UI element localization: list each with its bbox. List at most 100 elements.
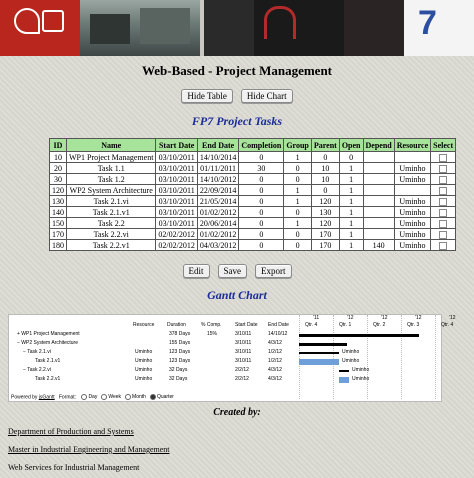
gantt-bar[interactable] xyxy=(299,334,419,337)
table-cell: 0 xyxy=(310,151,340,163)
gantt-bar-label: Uminho xyxy=(342,349,360,355)
row-select-checkbox[interactable] xyxy=(430,239,457,251)
table-cell: 170 xyxy=(310,239,340,251)
format-radio[interactable] xyxy=(81,393,88,400)
table-cell: 0 xyxy=(238,151,285,163)
select-checkbox[interactable] xyxy=(439,197,448,206)
view-toggle-buttons: Hide Table Hide Chart xyxy=(0,86,474,104)
table-cell: Uminho xyxy=(393,217,432,229)
select-checkbox[interactable] xyxy=(439,219,448,228)
gantt-bar[interactable] xyxy=(339,377,349,383)
table-cell: Uminho xyxy=(393,206,432,218)
row-select-checkbox[interactable] xyxy=(430,184,457,196)
gantt-cell-name: − Task 2.1.vi xyxy=(23,349,51,355)
column-header: Select xyxy=(430,138,457,152)
row-select-checkbox[interactable] xyxy=(430,162,457,174)
table-cell: 0 xyxy=(283,206,312,218)
gantt-col-duration: Duration xyxy=(167,322,186,328)
table-cell: 150 xyxy=(49,217,67,229)
table-row: 10 WP1 Project Management 03/10/2011 14/10/… xyxy=(49,151,457,163)
table-cell: 10 xyxy=(310,173,340,185)
table-cell: 1 xyxy=(338,173,364,185)
table-cell: 140 xyxy=(49,206,67,218)
edit-button[interactable]: Edit xyxy=(182,264,210,278)
format-radio[interactable] xyxy=(101,393,108,400)
gantt-cell-start: 3/10/11 xyxy=(235,331,252,337)
row-select-checkbox[interactable] xyxy=(430,206,457,218)
table-cell: 0 xyxy=(238,206,285,218)
table-cell: 10 xyxy=(310,162,340,174)
table-cell xyxy=(362,184,395,196)
hide-table-button[interactable]: Hide Table xyxy=(181,89,233,103)
jsgantt-link[interactable]: jsGantt xyxy=(39,394,55,400)
table-cell: 130 xyxy=(49,195,67,207)
table-cell: 1 xyxy=(338,217,364,229)
select-checkbox[interactable] xyxy=(439,230,448,239)
hide-chart-button[interactable]: Hide Chart xyxy=(240,89,293,103)
gantt-cell-name: Task 2.2.v1 xyxy=(35,376,61,382)
column-header: Resource xyxy=(393,138,432,152)
select-checkbox[interactable] xyxy=(439,241,448,250)
gantt-cell-comp: 15% xyxy=(207,331,218,337)
row-select-checkbox[interactable] xyxy=(430,228,457,240)
select-checkbox[interactable] xyxy=(439,164,448,173)
format-radio[interactable] xyxy=(125,393,132,400)
table-cell: 03/10/2011 xyxy=(155,162,198,174)
table-cell: 01/02/2012 xyxy=(196,228,240,240)
row-select-checkbox[interactable] xyxy=(430,173,457,185)
gantt-row[interactable]: + WP1 Project Management 378 Days 15% 3/10/… xyxy=(9,331,441,340)
table-cell: 140 xyxy=(362,239,395,251)
export-button[interactable]: Export xyxy=(255,264,292,278)
gantt-row[interactable]: − Task 2.1.vi Uminho 123 Days 3/10/11 1/2/12… xyxy=(9,349,441,358)
gantt-bar[interactable] xyxy=(299,343,347,346)
gantt-row[interactable]: − Task 2.2.vi Uminho 32 Days 2/2/12 4/3/12 Um… xyxy=(9,367,441,376)
table-cell: 03/10/2011 xyxy=(155,173,198,185)
select-checkbox[interactable] xyxy=(439,153,448,162)
gantt-cell-start: 3/10/11 xyxy=(235,358,252,364)
row-select-checkbox[interactable] xyxy=(430,195,457,207)
gantt-row[interactable]: − WP2 System Architecture 155 Days 3/10/11… xyxy=(9,340,441,349)
format-radio-label: Quarter xyxy=(156,394,174,400)
table-cell: 0 xyxy=(238,239,285,251)
gantt-row[interactable]: Task 2.2.v1 Uminho 32 Days 2/2/12 4/3/12 Umin… xyxy=(9,376,441,385)
dept-link[interactable]: Department of Production and Systems xyxy=(8,427,134,436)
format-radio[interactable] xyxy=(149,393,156,400)
table-cell: 03/10/2011 xyxy=(155,151,198,163)
table-row: 150 Task 2.2 03/10/2011 20/06/2014 0 1 120 1 Umi… xyxy=(49,217,457,229)
row-select-checkbox[interactable] xyxy=(430,217,457,229)
gantt-bar[interactable] xyxy=(339,370,349,372)
gantt-cell-end: 4/3/12 xyxy=(268,376,282,382)
gantt-bar[interactable] xyxy=(299,352,339,354)
table-cell: 170 xyxy=(310,228,340,240)
select-checkbox[interactable] xyxy=(439,186,448,195)
save-button[interactable]: Save xyxy=(217,264,247,278)
table-cell: WP2 System Architecture xyxy=(65,184,157,196)
gantt-header: Resource Duration % Comp. Start Date End… xyxy=(9,315,456,399)
table-cell: 30 xyxy=(238,162,285,174)
master-link[interactable]: Master in Industrial Engineering and Man… xyxy=(8,445,170,454)
select-checkbox[interactable] xyxy=(439,208,448,217)
gantt-footer: Powered by jsGantt Format: Day Week Month Q… xyxy=(11,393,174,400)
table-cell: 120 xyxy=(310,217,340,229)
table-cell: 1 xyxy=(283,151,312,163)
row-select-checkbox[interactable] xyxy=(430,151,457,163)
table-row: 20 Task 1.1 03/10/2011 01/11/2011 30 0 10 1 Umin… xyxy=(49,162,457,174)
table-cell: 0 xyxy=(283,173,312,185)
gantt-cell-end: 1/2/12 xyxy=(268,349,282,355)
campus-photo xyxy=(80,0,200,56)
gantt-cell-resource: Uminho xyxy=(135,376,153,382)
gantt-year-label: '12 xyxy=(449,315,456,321)
table-row: 140 Task 2.1.v1 03/10/2011 01/02/2012 0 0 130 1… xyxy=(49,206,457,218)
table-cell: Uminho xyxy=(393,162,432,174)
gantt-bar[interactable] xyxy=(299,359,339,365)
table-cell: 170 xyxy=(49,228,67,240)
gantt-row[interactable]: Task 2.1.v1 Uminho 123 Days 3/10/11 1/2/12 Um… xyxy=(9,358,441,367)
table-cell: 0 xyxy=(338,151,364,163)
gantt-cell-resource: Uminho xyxy=(135,367,153,373)
table-cell: Uminho xyxy=(393,228,432,240)
select-checkbox[interactable] xyxy=(439,175,448,184)
gantt-year-label: '11 xyxy=(313,315,320,321)
table-cell: 0 xyxy=(283,239,312,251)
table-cell: 0 xyxy=(238,228,285,240)
header-banner: 7 xyxy=(0,0,474,56)
